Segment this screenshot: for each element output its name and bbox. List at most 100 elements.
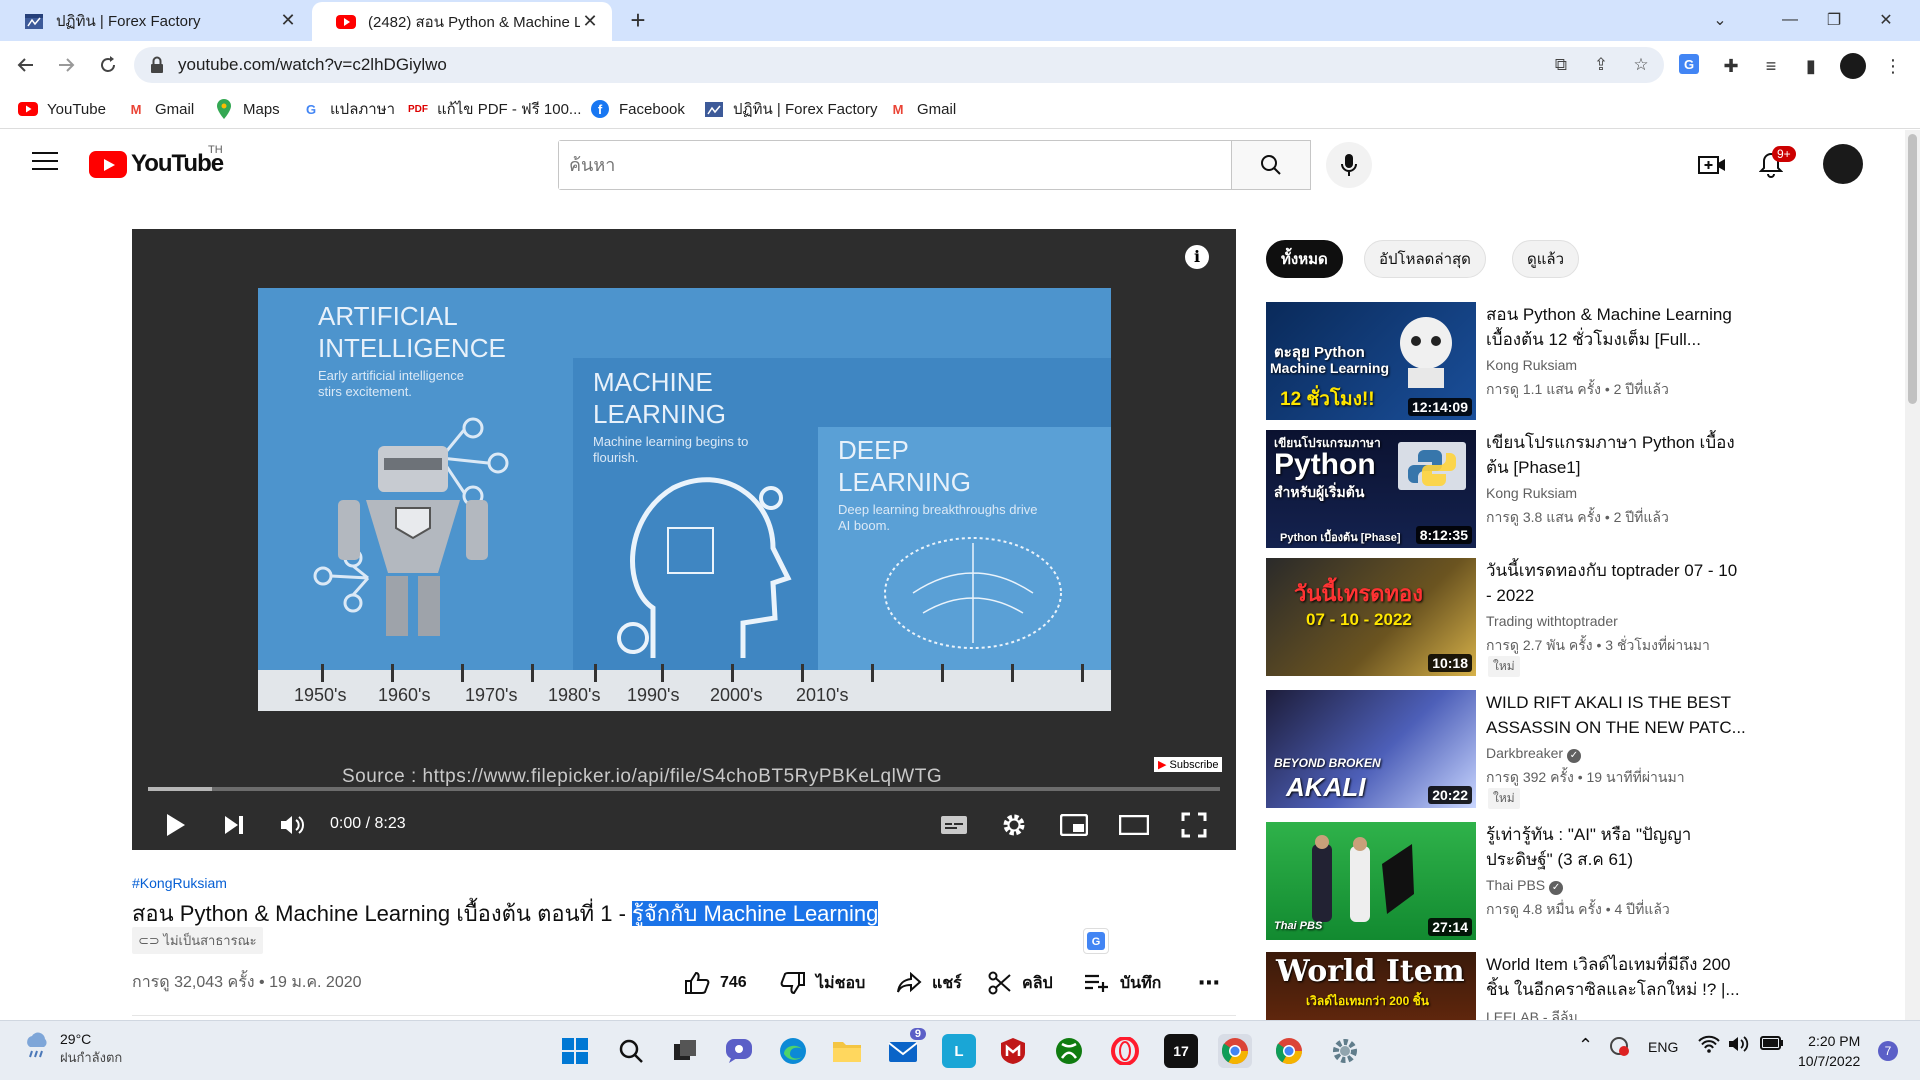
share-icon[interactable]: ⇪ [1590, 55, 1612, 77]
security-tray-icon[interactable] [1608, 1035, 1630, 1060]
file-explorer-icon[interactable] [830, 1034, 864, 1068]
translate-popup-icon[interactable]: G [1083, 928, 1109, 954]
bookmark-gmail[interactable]: M Gmail [126, 97, 195, 121]
new-tab-button[interactable]: + [624, 6, 652, 34]
bookmark-facebook[interactable]: f Facebook [590, 97, 685, 121]
bookmark-star-icon[interactable]: ☆ [1630, 55, 1652, 77]
forward-button[interactable] [50, 49, 82, 81]
battery-icon[interactable] [1760, 1035, 1784, 1054]
play-button[interactable] [158, 807, 194, 843]
settings-button[interactable] [996, 807, 1032, 843]
close-tab-icon[interactable]: ✕ [278, 10, 298, 31]
more-actions-button[interactable]: ⋯ [1198, 968, 1220, 998]
profile-avatar[interactable] [1840, 53, 1866, 79]
channel-name[interactable]: Thai PBS ✓ [1486, 877, 1564, 895]
video-player[interactable]: ARTIFICIAL INTELLIGENCE Early artificial… [132, 229, 1236, 850]
theater-mode-button[interactable] [1116, 807, 1152, 843]
xbox-icon[interactable] [1052, 1034, 1086, 1068]
volume-button[interactable] [274, 807, 310, 843]
channel-name[interactable]: Kong Ruksiam [1486, 485, 1577, 501]
menu-icon[interactable] [32, 152, 58, 174]
bookmark-pdf[interactable]: PDF แก้ไข PDF - ฟรี 100... [408, 97, 581, 121]
create-video-icon[interactable] [1697, 150, 1727, 180]
video-thumbnail[interactable]: ตะลุย Python Machine Learning 12 ชั่วโมง… [1266, 302, 1476, 420]
chip-all[interactable]: ทั้งหมด [1266, 240, 1343, 278]
omnibox[interactable]: youtube.com/watch?v=c2lhDGiylwo ⧉ ⇪ ☆ [134, 47, 1664, 83]
search-input[interactable] [559, 141, 1237, 189]
translate-extension-icon[interactable]: G [1678, 53, 1700, 75]
bookmark-maps[interactable]: Maps [214, 97, 280, 121]
bookmark-youtube[interactable]: YouTube [18, 97, 106, 121]
tradingview-icon[interactable]: 17 [1164, 1034, 1198, 1068]
fullscreen-button[interactable] [1176, 807, 1212, 843]
recommended-title[interactable]: World Item เวิลด์ไอเทมที่มีถึง 200 ชิ้น … [1486, 952, 1746, 1002]
scrollbar-thumb[interactable] [1908, 134, 1917, 404]
chip-recently-uploaded[interactable]: อัปโหลดล่าสุด [1364, 240, 1486, 278]
tab-forex-factory[interactable]: ปฏิทิน | Forex Factory ✕ [0, 0, 310, 41]
video-thumbnail[interactable]: วันนี้เทรดทอง 07 - 10 - 2022 10:18 [1266, 558, 1476, 676]
like-button[interactable]: 746 [684, 968, 747, 998]
windows-start-icon[interactable] [558, 1034, 592, 1068]
restore-button[interactable]: ❐ [1808, 0, 1860, 40]
chat-icon[interactable] [722, 1034, 756, 1068]
recommended-title[interactable]: วันนี้เทรดทองกับ toptrader 07 - 10 - 202… [1486, 558, 1746, 608]
menu-kebab-icon[interactable]: ⋮ [1882, 56, 1904, 78]
recommended-video[interactable]: BEYOND BROKEN AKALI 20:22 WILD RIFT AKAL… [1266, 690, 1746, 809]
speaker-icon[interactable] [1728, 1035, 1750, 1056]
task-view-icon[interactable] [668, 1034, 702, 1068]
mcafee-icon[interactable] [996, 1034, 1030, 1068]
chrome-icon-active[interactable] [1218, 1034, 1252, 1068]
next-button[interactable] [216, 807, 252, 843]
back-button[interactable] [10, 49, 42, 81]
dislike-button[interactable]: ไม่ชอบ [780, 968, 865, 998]
extensions-puzzle-icon[interactable]: ✚ [1720, 56, 1742, 78]
edge-browser-icon[interactable] [776, 1034, 810, 1068]
chip-watched[interactable]: ดูแล้ว [1512, 240, 1580, 278]
mail-app-icon[interactable]: 9 [886, 1028, 926, 1068]
search-icon[interactable] [614, 1034, 648, 1068]
opera-icon[interactable] [1108, 1034, 1142, 1068]
recommended-title[interactable]: เขียนโปรแกรมภาษา Python เบื้องต้น [Phase… [1486, 430, 1746, 480]
video-thumbnail[interactable]: Thai PBS 27:14 [1266, 822, 1476, 940]
input-language[interactable]: ENG [1648, 1039, 1678, 1055]
tab-search-icon[interactable]: ⌄ [1694, 0, 1746, 40]
recommended-video[interactable]: Thai PBS 27:14 รู้เท่ารู้ทัน : "AI" หรือ… [1266, 822, 1746, 940]
voice-search-button[interactable] [1326, 142, 1372, 188]
close-window-button[interactable]: ✕ [1860, 0, 1912, 40]
reload-button[interactable] [92, 49, 124, 81]
channel-name[interactable]: LEELAB - ลีล้ม [1486, 1007, 1578, 1020]
youtube-logo[interactable]: YouTube TH [89, 144, 224, 178]
settings-gear-icon[interactable] [1328, 1034, 1362, 1068]
recommended-video[interactable]: ตะลุย Python Machine Learning 12 ชั่วโมง… [1266, 302, 1746, 420]
save-button[interactable]: บันทึก [1084, 968, 1161, 998]
recommended-title[interactable]: รู้เท่ารู้ทัน : "AI" หรือ "ปัญญาประดิษฐ์… [1486, 822, 1746, 872]
share-button[interactable]: แชร์ [896, 968, 962, 998]
recommended-title[interactable]: สอน Python & Machine Learning เบื้องต้น … [1486, 302, 1746, 352]
recommended-video[interactable]: วันนี้เทรดทอง 07 - 10 - 2022 10:18 วันนี… [1266, 558, 1746, 677]
wifi-icon[interactable] [1698, 1035, 1720, 1056]
system-clock[interactable]: 2:20 PM 10/7/2022 [1798, 1031, 1860, 1071]
progress-bar[interactable] [148, 787, 1220, 791]
media-queue-icon[interactable]: ≡ [1760, 56, 1782, 78]
account-avatar[interactable] [1823, 144, 1863, 184]
miniplayer-button[interactable] [1056, 807, 1092, 843]
clip-button[interactable]: คลิป [988, 968, 1053, 998]
video-thumbnail[interactable]: World Item เวิลด์ไอเทมกว่า 200 ชิ้น [1266, 952, 1476, 1020]
video-hashtag[interactable]: #KongRuksiam [132, 875, 227, 891]
bookmark-translate[interactable]: G แปลภาษา [301, 97, 395, 121]
side-panel-icon[interactable]: ▮ [1800, 56, 1822, 78]
bookmark-forex[interactable]: ปฏิทิน | Forex Factory [704, 97, 878, 121]
show-hidden-icons-icon[interactable]: ⌃ [1578, 1035, 1593, 1056]
video-thumbnail[interactable]: เขียนโปรแกรมภาษา Python สำหรับผู้เริ่มต้… [1266, 430, 1476, 548]
chrome-icon[interactable] [1272, 1034, 1306, 1068]
notification-center-badge[interactable]: 7 [1878, 1041, 1898, 1061]
close-tab-icon[interactable]: ✕ [580, 11, 600, 32]
page-scrollbar[interactable] [1905, 130, 1920, 1022]
subtitles-button[interactable] [936, 807, 972, 843]
channel-name[interactable]: Kong Ruksiam [1486, 357, 1577, 373]
weather-widget[interactable]: 29°C ฝนกำลังตก [22, 1031, 122, 1068]
bookmark-gmail-2[interactable]: M Gmail [888, 97, 957, 121]
recommended-video[interactable]: World Item เวิลด์ไอเทมกว่า 200 ชิ้น Worl… [1266, 952, 1746, 1020]
info-icon[interactable]: i [1185, 245, 1209, 269]
recommended-title[interactable]: WILD RIFT AKALI IS THE BEST ASSASSIN ON … [1486, 690, 1746, 740]
